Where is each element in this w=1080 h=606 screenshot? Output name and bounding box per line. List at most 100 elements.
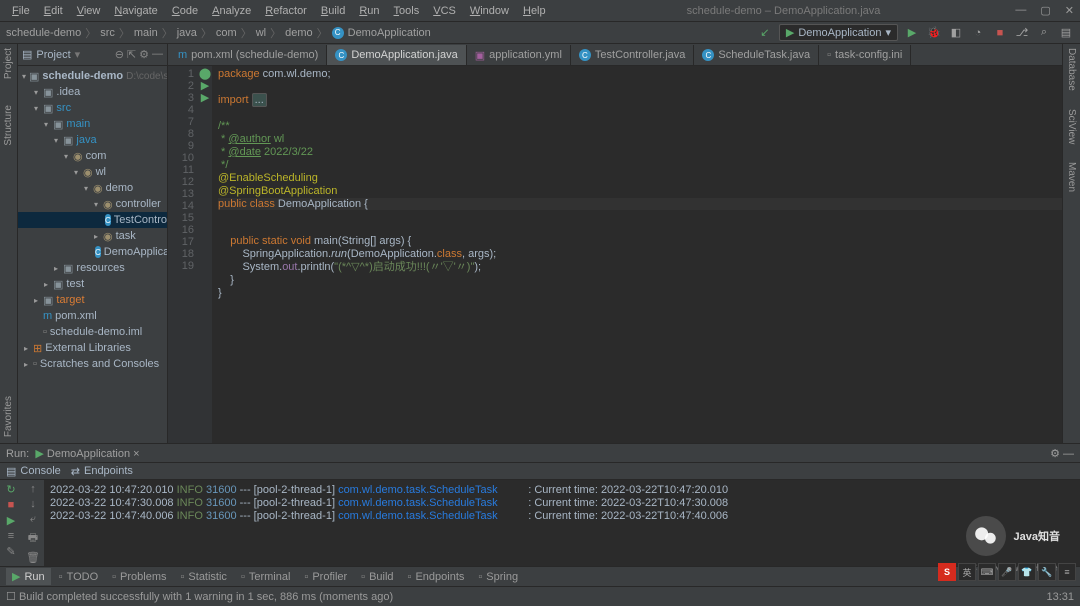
coverage-icon[interactable]: ◧ (948, 25, 964, 41)
close-icon[interactable]: ✕ (1065, 4, 1074, 17)
ime-kb-icon[interactable]: ⌨ (978, 563, 996, 581)
project-tab[interactable]: Project (3, 48, 14, 79)
tree-node-testcontroller[interactable]: CTestController (18, 212, 167, 228)
ime-tool-icon[interactable]: 🔧 (1038, 563, 1056, 581)
bottom-tab-endpoints[interactable]: ▫Endpoints (402, 569, 471, 585)
endpoints-tab[interactable]: ⇄Endpoints (71, 465, 133, 478)
tab-testcontroller-java[interactable]: CTestController.java (571, 45, 695, 65)
ime-menu-icon[interactable]: ≡ (1058, 563, 1076, 581)
clear-icon[interactable]: 🗑 (26, 551, 40, 564)
tree-node-demoapplication[interactable]: CDemoApplication (18, 244, 167, 260)
select-open-icon[interactable]: ⊖ (115, 48, 124, 61)
stop-icon[interactable]: ■ (992, 25, 1008, 41)
stop-console-icon[interactable]: ■ (8, 499, 15, 511)
editor-body[interactable]: 123478910111213141516171819 ⬤▶▶ package … (168, 66, 1062, 443)
hide-icon[interactable]: — (152, 48, 163, 61)
project-tree[interactable]: ▾▣schedule-demo D:\code\schedule-de▾▣.id… (18, 66, 167, 374)
tree-node-main[interactable]: ▾▣main (18, 116, 167, 132)
bottom-tab-todo[interactable]: ▫TODO (53, 569, 104, 585)
build-icon[interactable]: ↙ (757, 25, 773, 41)
bottom-tab-profiler[interactable]: ▫Profiler (298, 569, 353, 585)
rerun2-icon[interactable]: ▶ (7, 514, 15, 527)
tree-node-controller[interactable]: ▾◉controller (18, 196, 167, 212)
breadcrumb-item[interactable]: demo (285, 27, 313, 39)
tree-node-schedule-demo-iml[interactable]: ▫schedule-demo.iml (18, 324, 167, 340)
menu-edit[interactable]: Edit (38, 3, 69, 19)
breadcrumb-item[interactable]: src (100, 27, 115, 39)
tree-node-src[interactable]: ▾▣src (18, 100, 167, 116)
sogou-icon[interactable]: S (938, 563, 956, 581)
tab-task-config-ini[interactable]: ▫task-config.ini (819, 45, 911, 65)
bottom-tab-build[interactable]: ▫Build (355, 569, 399, 585)
tree-node-resources[interactable]: ▸▣resources (18, 260, 167, 276)
tree-node-pom-xml[interactable]: mpom.xml (18, 308, 167, 324)
console-output[interactable]: 2022-03-22 10:47:20.010 INFO 31600 --- [… (44, 480, 1080, 566)
breadcrumb-item[interactable]: DemoApplication (348, 27, 431, 39)
menu-window[interactable]: Window (464, 3, 515, 19)
menu-help[interactable]: Help (517, 3, 552, 19)
gear-icon[interactable]: ⚙ (1050, 448, 1060, 460)
maximize-icon[interactable]: ▢ (1040, 4, 1050, 17)
structure-tab[interactable]: Structure (3, 105, 14, 146)
tab-scheduletask-java[interactable]: CScheduleTask.java (694, 45, 819, 65)
breadcrumb-item[interactable]: wl (256, 27, 266, 39)
code-area[interactable]: package com.wl.demo; import ... /** * @a… (212, 66, 1062, 443)
tree-node-target[interactable]: ▸▣target (18, 292, 167, 308)
bottom-tab-spring[interactable]: ▫Spring (472, 569, 524, 585)
menu-build[interactable]: Build (315, 3, 351, 19)
bottom-tab-terminal[interactable]: ▫Terminal (235, 569, 296, 585)
breadcrumb[interactable]: schedule-demo〉src〉main〉java〉com〉wl〉demo〉… (6, 25, 431, 41)
database-tab[interactable]: Database (1066, 48, 1077, 91)
menu-refactor[interactable]: Refactor (259, 3, 313, 19)
tree-node-task[interactable]: ▸◉task (18, 228, 167, 244)
tree-node--idea[interactable]: ▾▣.idea (18, 84, 167, 100)
ime-mic-icon[interactable]: 🎤 (998, 563, 1016, 581)
menu-view[interactable]: View (71, 3, 107, 19)
layout-icon[interactable]: ≡ (8, 530, 14, 542)
pin-icon[interactable]: ✎ (6, 545, 15, 558)
up-icon[interactable]: ↑ (30, 483, 36, 495)
tree-node-scratches-and-consoles[interactable]: ▸▫Scratches and Consoles (18, 356, 167, 372)
collapse-icon[interactable]: ⚙ (139, 48, 149, 61)
minimize-icon[interactable]: — (1015, 4, 1026, 17)
breadcrumb-item[interactable]: com (216, 27, 237, 39)
tab-pom-xml-schedule-demo-[interactable]: mpom.xml (schedule-demo) (170, 45, 327, 65)
expand-icon[interactable]: ⇱ (127, 48, 136, 61)
wrap-icon[interactable]: ⤶ (30, 513, 36, 526)
console-tab[interactable]: ▤Console (6, 465, 61, 478)
tree-node-java[interactable]: ▾▣java (18, 132, 167, 148)
print-icon[interactable]: 🖶 (28, 529, 38, 548)
gutter-icons[interactable]: ⬤▶▶ (198, 66, 212, 443)
run-icon[interactable]: ▶ (904, 25, 920, 41)
debug-icon[interactable]: 🐞 (926, 25, 942, 41)
menu-code[interactable]: Code (166, 3, 204, 19)
tab-application-yml[interactable]: ▣application.yml (467, 45, 571, 65)
menu-file[interactable]: File (6, 3, 36, 19)
bottom-tab-run[interactable]: ▶Run (6, 568, 51, 585)
ime-lang[interactable]: 英 (958, 563, 976, 581)
tree-root[interactable]: ▾▣schedule-demo D:\code\schedule-de (18, 68, 167, 84)
menu-navigate[interactable]: Navigate (108, 3, 163, 19)
breadcrumb-item[interactable]: java (177, 27, 197, 39)
favorites-tab[interactable]: Favorites (3, 396, 14, 437)
tree-node-test[interactable]: ▸▣test (18, 276, 167, 292)
menu-tools[interactable]: Tools (388, 3, 426, 19)
breadcrumb-item[interactable]: schedule-demo (6, 27, 81, 39)
search-icon[interactable]: ⌕ (1036, 25, 1052, 41)
breadcrumb-item[interactable]: main (134, 27, 158, 39)
tree-node-external-libraries[interactable]: ▸⊞External Libraries (18, 340, 167, 356)
tree-node-com[interactable]: ▾◉com (18, 148, 167, 164)
run-config-selector[interactable]: ▶ DemoApplication ▾ (779, 24, 898, 41)
menu-vcs[interactable]: VCS (427, 3, 462, 19)
bottom-tab-statistic[interactable]: ▫Statistic (175, 569, 233, 585)
down-icon[interactable]: ↓ (30, 498, 36, 510)
tree-node-demo[interactable]: ▾◉demo (18, 180, 167, 196)
bottom-tab-problems[interactable]: ▫Problems (106, 569, 172, 585)
rerun-icon[interactable]: ↻ (6, 483, 15, 496)
profile-icon[interactable]: ◔ (970, 25, 986, 41)
settings-icon[interactable]: ▤ (1058, 25, 1074, 41)
sciview-tab[interactable]: SciView (1066, 109, 1077, 144)
menu-analyze[interactable]: Analyze (206, 3, 257, 19)
maven-tab[interactable]: Maven (1066, 162, 1077, 192)
tab-demoapplication-java[interactable]: CDemoApplication.java (327, 45, 466, 65)
